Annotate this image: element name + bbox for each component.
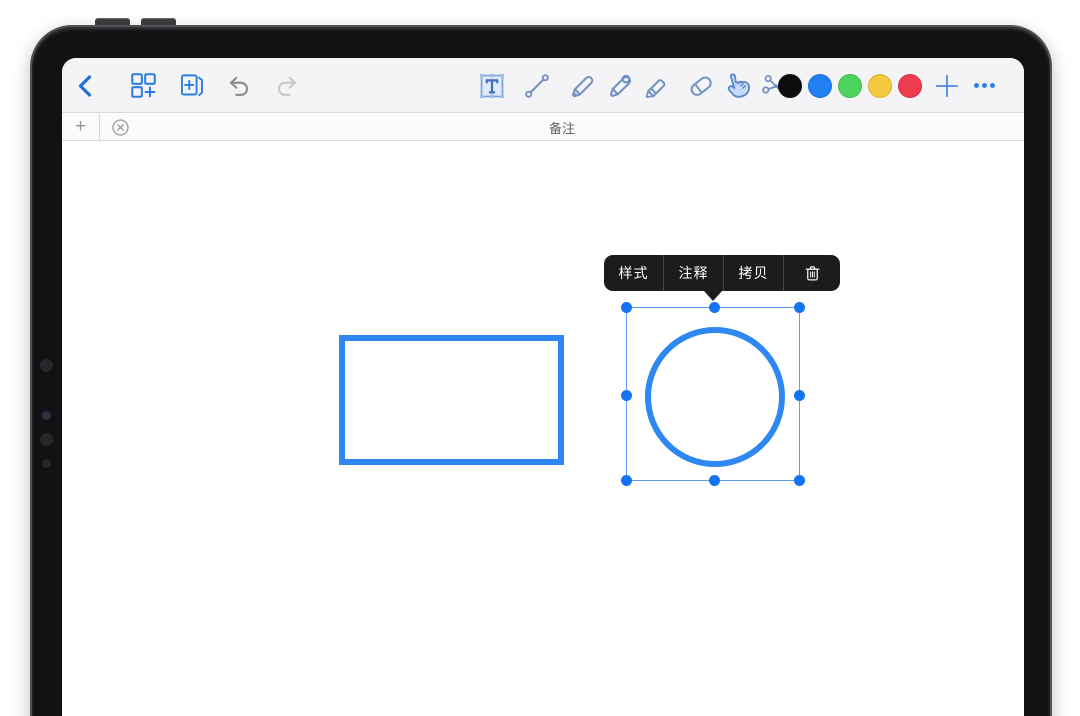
eraser-icon [690,76,712,96]
pencil-tool-button[interactable] [566,69,597,103]
text-box-icon [479,73,504,98]
pointer-tool-button[interactable] [722,69,753,103]
drawn-rectangle[interactable] [339,335,564,465]
add-page-button[interactable] [176,71,206,101]
color-swatch-black[interactable] [778,73,802,98]
menu-item-copy[interactable]: 拷贝 [724,255,784,291]
highlighter-tool-button[interactable] [640,69,671,103]
selection-handle-sw[interactable] [621,475,632,486]
circle-x-icon [112,119,129,136]
bezel-dot [42,459,51,468]
selection-context-menu: 样式 注释 拷贝 [604,255,840,291]
toolbar-left-group [74,58,302,113]
plus-icon [935,74,959,97]
menu-item-style[interactable]: 样式 [604,255,664,291]
shape-tool-button[interactable] [521,69,552,103]
line-endpoints-icon [524,73,549,98]
redo-arrow-icon [277,76,297,96]
text-tool-button[interactable] [476,69,507,103]
ellipsis-icon [974,83,979,88]
pointing-hand-icon [727,72,750,98]
tablet-screen: + 备注 样式 注释 拷贝 [62,58,1024,716]
selection-handle-w[interactable] [621,389,632,401]
bezel-dot [40,359,53,372]
undo-button[interactable] [224,71,254,101]
back-button[interactable] [74,71,96,101]
toolbar-right-group [934,58,995,113]
selection-handle-se[interactable] [794,475,805,486]
more-options-button[interactable] [974,83,995,88]
tab-close-button[interactable] [112,119,129,136]
color-swatch-green[interactable] [838,73,862,98]
new-tab-button[interactable]: + [62,114,100,140]
bezel-dot [42,411,51,420]
undo-arrow-icon [229,76,249,96]
toolbar-tools-group [476,58,790,113]
drawing-canvas[interactable]: 样式 注释 拷贝 [62,142,1024,716]
menu-item-annotate[interactable]: 注释 [664,255,724,291]
screenshot-stage: + 备注 样式 注释 拷贝 [0,0,1080,716]
drawn-circle-selected[interactable] [645,327,785,467]
color-swatch-yellow[interactable] [868,73,892,98]
tab-bar: + 备注 [62,114,1024,141]
redo-button[interactable] [272,71,302,101]
add-color-button[interactable] [934,73,960,99]
toolbar-color-group [778,58,922,113]
trash-icon [805,265,819,280]
main-toolbar [62,58,1024,113]
eraser-tool-button[interactable] [685,69,716,103]
selection-handle-n[interactable] [708,302,720,313]
ellipsis-icon [990,83,995,88]
chevron-left-icon [78,74,92,97]
color-swatch-blue[interactable] [808,73,832,98]
selection-handle-s[interactable] [708,475,720,486]
menu-item-delete[interactable] [784,255,840,291]
highlighter-icon [645,78,665,98]
color-swatch-red[interactable] [898,73,922,98]
tablet-bezel: + 备注 样式 注释 拷贝 [30,25,1052,716]
context-menu-arrow [704,291,722,301]
page-overview-button[interactable] [128,71,158,101]
bezel-dot [40,433,53,446]
selection-handle-nw[interactable] [621,302,632,313]
selection-handle-e[interactable] [794,389,805,401]
tab-title: 备注 [548,120,575,136]
grid-plus-icon [130,73,156,98]
pencil-icon [571,75,593,97]
ellipsis-icon [982,83,987,88]
selection-handle-ne[interactable] [794,302,805,313]
pen-tool-button[interactable] [603,69,634,103]
page-plus-icon [180,74,203,97]
pen-icon [609,74,631,97]
tab-notes[interactable]: 备注 [100,114,1024,140]
